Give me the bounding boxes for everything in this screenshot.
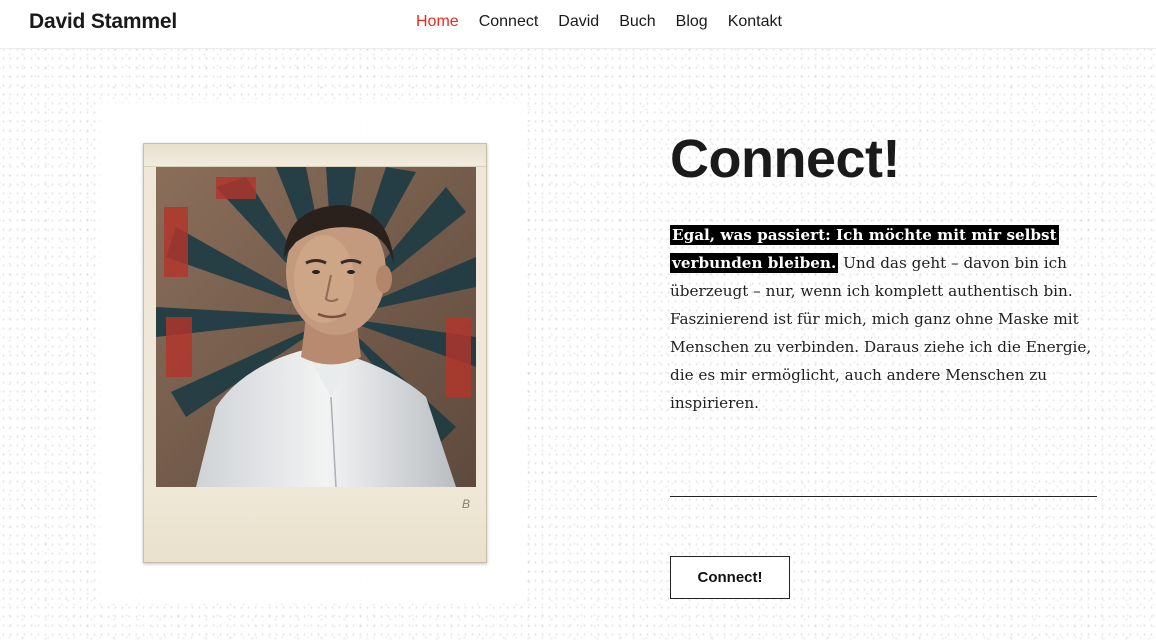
intro-body: Und das geht – davon bin ich überzeugt –…: [670, 254, 1092, 412]
top-navigation-bar: David Stammel Home Connect David Buch Bl…: [0, 0, 1156, 49]
nav-item-blog[interactable]: Blog: [676, 13, 708, 31]
polaroid-frame: B: [143, 143, 487, 563]
nav-item-buch[interactable]: Buch: [619, 13, 655, 31]
main-menu: Home Connect David Buch Blog Kontakt: [416, 13, 802, 31]
site-brand[interactable]: David Stammel: [29, 10, 177, 34]
polaroid-top-strip: [144, 144, 486, 167]
nav-item-connect[interactable]: Connect: [479, 13, 539, 31]
nav-item-david[interactable]: David: [558, 13, 599, 31]
portrait-panel: B: [100, 103, 527, 603]
page-title: Connect!: [670, 129, 900, 189]
polaroid-mark: B: [461, 497, 470, 511]
content-divider: [670, 496, 1097, 497]
polaroid-bottom-strip: [144, 489, 486, 562]
page: David Stammel Home Connect David Buch Bl…: [0, 0, 1156, 641]
connect-button[interactable]: Connect!: [670, 556, 790, 599]
portrait-photo: [156, 167, 476, 487]
intro-paragraph: Egal, was passiert: Ich möchte mit mir s…: [670, 221, 1100, 417]
nav-item-kontakt[interactable]: Kontakt: [728, 13, 782, 31]
portrait-illustration: [156, 167, 476, 487]
nav-item-home[interactable]: Home: [416, 13, 459, 31]
